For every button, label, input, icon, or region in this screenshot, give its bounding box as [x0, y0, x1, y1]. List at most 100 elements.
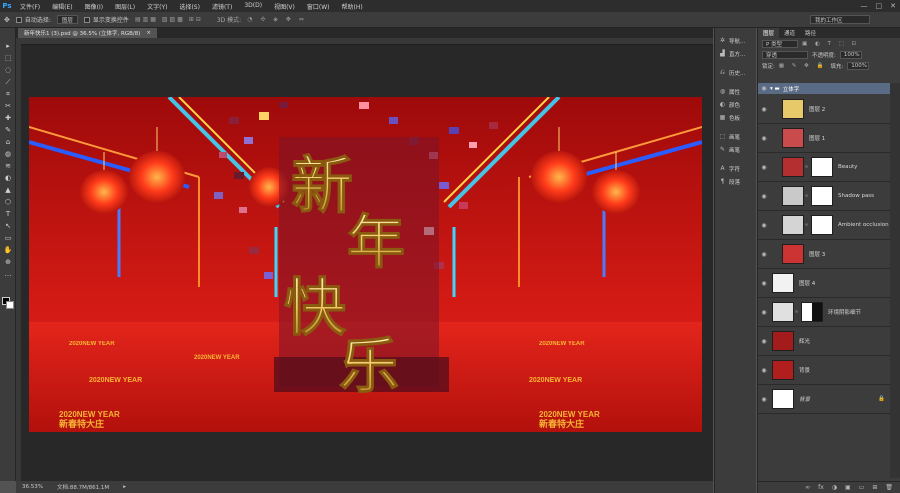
filter-icons[interactable]: ▣ ◐ T ⬚ ⊡ [802, 41, 859, 47]
tool-icon[interactable]: ⌂ [0, 136, 16, 148]
tool-icon[interactable]: ✎ [0, 124, 16, 136]
dock-item[interactable]: ⎌ 历史... [715, 66, 756, 79]
move-tool-icon[interactable]: ✥ [4, 16, 10, 24]
visibility-eye-icon[interactable]: ◉ [758, 309, 770, 316]
visibility-eye-icon[interactable]: ◉ [758, 193, 770, 200]
layer-group-row[interactable]: ◉ ▾ ▬ 立体字 [758, 83, 891, 94]
tab-channels[interactable]: 通道 [779, 28, 800, 38]
auto-select-checkbox[interactable]: 自动选择: [15, 15, 51, 24]
workspace-dropdown[interactable]: 我的工作区 [810, 15, 870, 24]
maximize-icon[interactable]: □ [876, 2, 883, 10]
visibility-eye-icon[interactable]: ◉ [758, 106, 770, 113]
tool-icon[interactable]: ≋ [0, 160, 16, 172]
menu-item[interactable]: 3D(D) [238, 2, 268, 11]
close-tab-icon[interactable]: × [146, 30, 151, 36]
mask-link-icon[interactable]: ∞ [804, 193, 809, 199]
3d-mode-icons[interactable]: ◔ ✣ ◈ ✥ ⇔ [247, 16, 307, 23]
tool-icon[interactable]: ▭ [0, 232, 16, 244]
status-arrow-icon[interactable]: ▸ [123, 484, 126, 490]
dock-item[interactable]: ▦ 色板 [715, 111, 756, 124]
mask-link-icon[interactable]: ∞ [794, 309, 799, 315]
dock-item[interactable]: ✲ 导航... [715, 34, 756, 47]
layers-action-icon[interactable]: fx [818, 484, 824, 491]
menu-item[interactable]: 窗口(W) [301, 2, 336, 11]
visibility-eye-icon[interactable]: ◉ [758, 164, 770, 171]
tab-paths[interactable]: 路径 [800, 28, 821, 38]
dock-item[interactable]: ◍ 属性 [715, 85, 756, 98]
vertical-ruler[interactable] [16, 38, 21, 481]
minimize-icon[interactable]: — [861, 2, 868, 10]
tool-icon[interactable]: ✋ [0, 244, 16, 256]
layers-scrollbar[interactable] [890, 83, 900, 478]
tool-icon[interactable]: ▸ [0, 40, 16, 52]
visibility-eye-icon[interactable]: ◉ [758, 367, 770, 374]
menu-item[interactable]: 视图(V) [268, 2, 301, 11]
show-transform-checkbox[interactable]: 显示变换控件 [83, 15, 129, 24]
menu-item[interactable]: 编辑(E) [46, 2, 78, 11]
layer-mask-thumbnail[interactable] [811, 186, 833, 206]
tool-icon[interactable]: ▲ [0, 184, 16, 196]
layer-row[interactable]: ◉ 图层 1 [758, 124, 891, 153]
layer-row[interactable]: ◉ 背景 [758, 356, 891, 385]
layer-row[interactable]: ◉ ∞ Beauty [758, 153, 891, 182]
layers-action-icon[interactable]: ▭ [859, 484, 865, 491]
align-icons[interactable]: ▤▥▦ ▧▨▩ ⊞⊟ [135, 16, 203, 23]
menu-item[interactable]: 帮助(H) [336, 2, 369, 11]
layer-mask-thumbnail[interactable] [801, 302, 823, 322]
zoom-readout[interactable]: 36.53% [22, 484, 43, 490]
background-color-swatch[interactable] [6, 301, 14, 309]
menu-item[interactable]: 文字(Y) [141, 2, 173, 11]
canvas-artwork[interactable]: 2020NEW YEAR 2020NEW YEAR 2020NEW YEAR 2… [29, 97, 702, 432]
blend-mode-dropdown[interactable]: 穿透 [762, 50, 808, 59]
layer-row[interactable]: ◉ ∞ Shadow pass [758, 182, 891, 211]
tool-icon[interactable]: ⟋ [0, 76, 16, 88]
tool-icon[interactable]: ⬡ [0, 196, 16, 208]
auto-select-dropdown[interactable]: 图层 [56, 15, 78, 24]
tool-icon[interactable]: ⬚ [0, 52, 16, 64]
tool-icon[interactable]: ⊕ [0, 256, 16, 268]
layer-row[interactable]: ◉ 图层 2 [758, 95, 891, 124]
dock-item[interactable]: ◐ 颜色 [715, 98, 756, 111]
horizontal-ruler[interactable] [20, 38, 713, 45]
layer-mask-thumbnail[interactable] [811, 215, 833, 235]
menu-item[interactable]: 图层(L) [109, 2, 141, 11]
layers-action-icon[interactable]: ∞ [805, 484, 810, 491]
menu-item[interactable]: 滤镜(T) [206, 2, 238, 11]
menu-item[interactable]: 图像(I) [79, 2, 109, 11]
visibility-eye-icon[interactable]: ◉ [758, 280, 770, 287]
mask-link-icon[interactable]: ∞ [804, 164, 809, 170]
layers-action-icon[interactable]: ◑ [832, 484, 837, 491]
layer-row[interactable]: ◉ 辉光 [758, 327, 891, 356]
visibility-eye-icon[interactable]: ◉ [758, 85, 770, 92]
layer-row[interactable]: ◉ 图层 3 [758, 240, 891, 269]
dock-item[interactable]: ▟ 直方... [715, 47, 756, 60]
lock-icons[interactable]: ▦ ✎ ✥ 🔒 [779, 63, 827, 69]
opacity-input[interactable]: 100% [839, 50, 862, 59]
layers-action-icon[interactable]: 🗑 [885, 484, 893, 491]
tool-icon[interactable]: ◌ [0, 64, 16, 76]
tool-icon[interactable]: T [0, 208, 16, 220]
mask-link-icon[interactable]: ∞ [804, 222, 809, 228]
layer-row[interactable]: ◉ 图层 4 [758, 269, 891, 298]
visibility-eye-icon[interactable]: ◉ [758, 135, 770, 142]
layer-row[interactable]: ◉ ∞ 环境阴影细节 [758, 298, 891, 327]
visibility-eye-icon[interactable]: ◉ [758, 396, 770, 403]
visibility-eye-icon[interactable]: ◉ [758, 251, 770, 258]
tab-layers[interactable]: 图层 [758, 28, 780, 38]
visibility-eye-icon[interactable]: ◉ [758, 338, 770, 345]
tool-icon[interactable]: … [0, 268, 16, 280]
fill-input[interactable]: 100% [847, 61, 870, 70]
close-icon[interactable]: ✕ [890, 2, 896, 10]
layers-action-icon[interactable]: ⊞ [872, 484, 877, 491]
tool-icon[interactable]: ↖ [0, 220, 16, 232]
tool-icon[interactable]: ✂ [0, 100, 16, 112]
dock-item[interactable]: ✎ 画笔 [715, 143, 756, 156]
tool-icon[interactable]: ◐ [0, 172, 16, 184]
layers-action-icon[interactable]: ▣ [845, 484, 851, 491]
tool-icon[interactable]: ⌗ [0, 88, 16, 100]
tool-icon[interactable]: ✚ [0, 112, 16, 124]
menu-item[interactable]: 文件(F) [14, 2, 46, 11]
dock-item[interactable]: ¶ 段落 [715, 175, 756, 188]
layer-mask-thumbnail[interactable] [811, 157, 833, 177]
tool-icon[interactable]: ◍ [0, 148, 16, 160]
